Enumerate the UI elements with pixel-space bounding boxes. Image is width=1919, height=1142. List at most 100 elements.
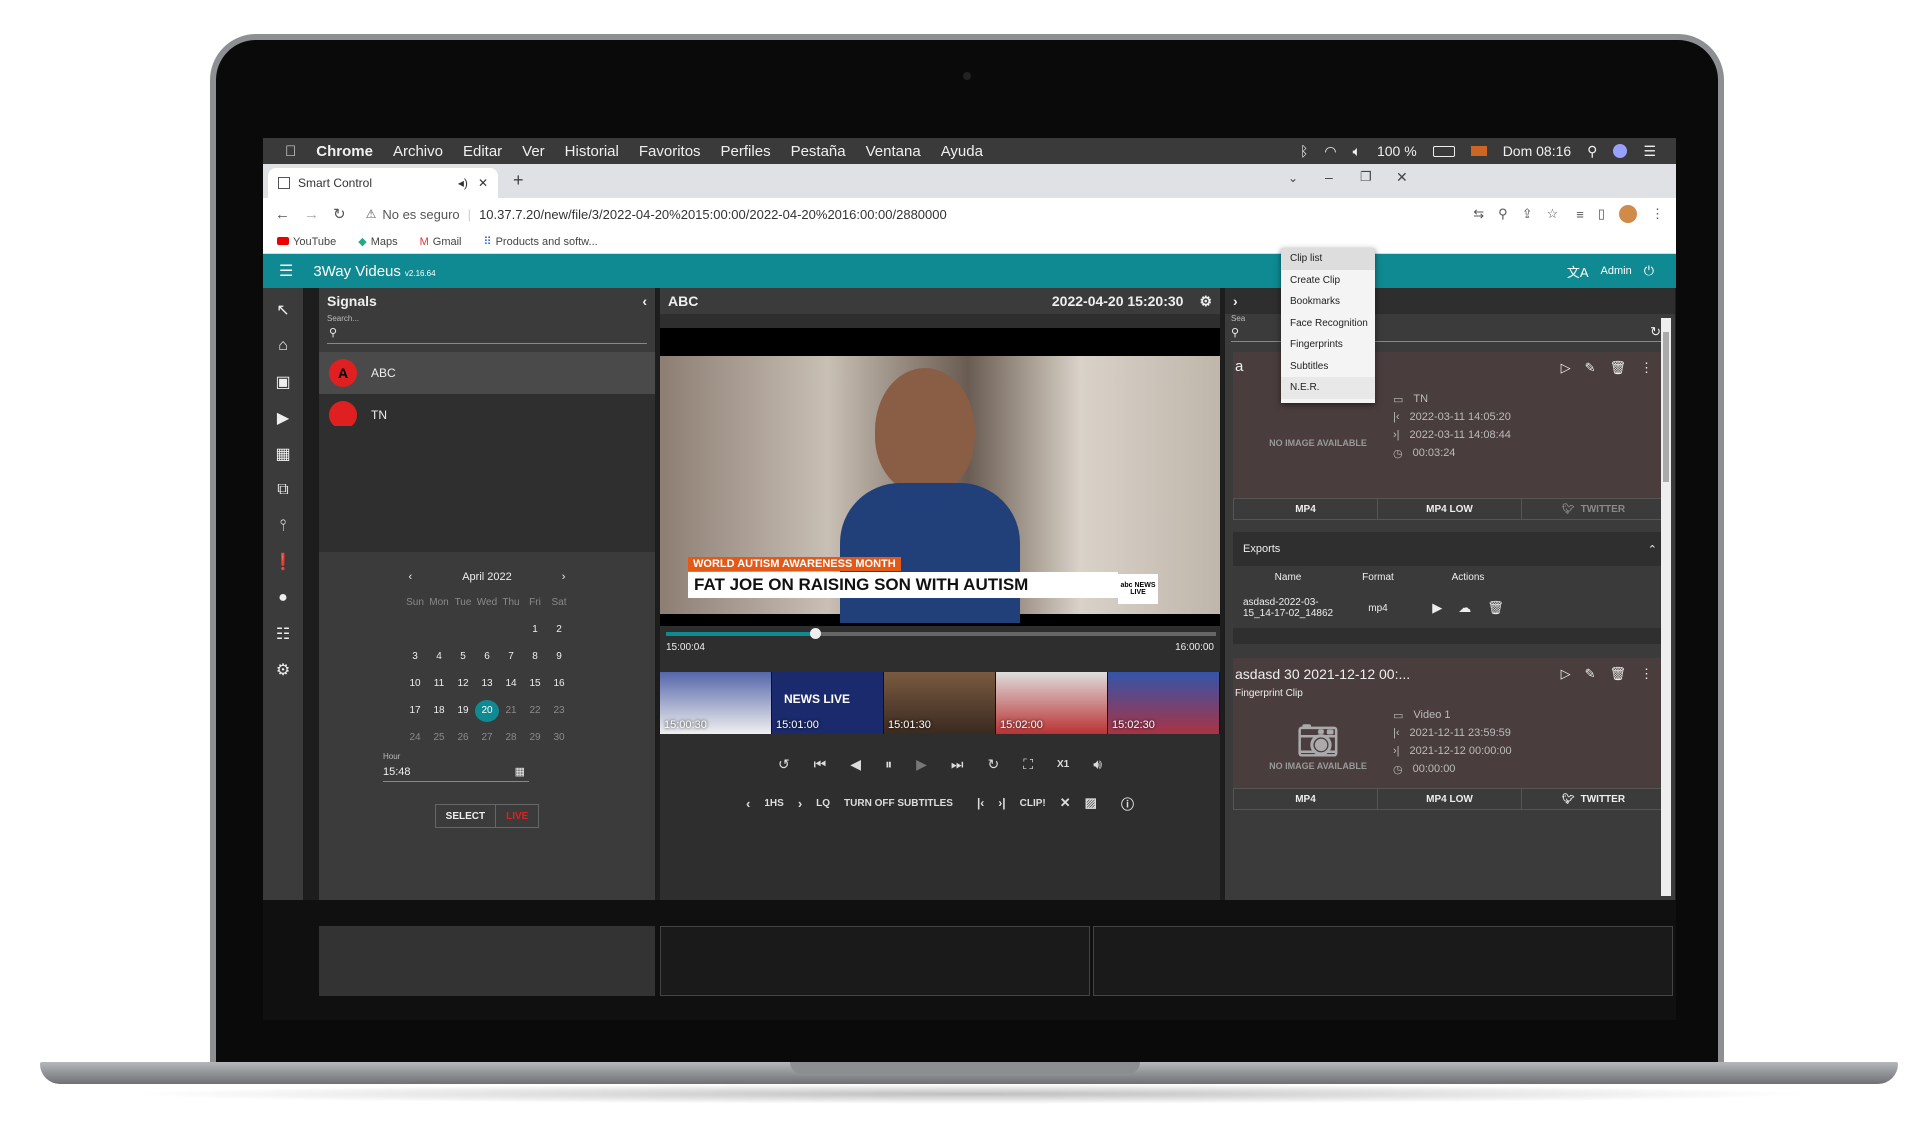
calendar-icon[interactable]: ▦ xyxy=(515,765,525,778)
mark-out-icon[interactable]: ›| xyxy=(998,796,1005,810)
clock[interactable]: Dom 08:16 xyxy=(1503,143,1571,159)
zoom-icon[interactable]: ⚲ xyxy=(1498,206,1508,222)
step-prev-icon[interactable]: ‹ xyxy=(746,796,750,811)
collapse-signals-icon[interactable]: ‹ xyxy=(642,293,647,309)
select-button[interactable]: SELECT xyxy=(434,804,497,828)
menu-ayuda[interactable]: Ayuda xyxy=(941,143,983,160)
step-next-icon[interactable]: › xyxy=(798,796,802,811)
forward-icon[interactable]: ↻ xyxy=(987,756,999,773)
menu-editar[interactable]: Editar xyxy=(463,143,502,160)
calendar-day[interactable]: 26 xyxy=(451,727,475,749)
calendar-day[interactable]: 21 xyxy=(499,700,523,722)
format-twitter[interactable]: 🐦︎ TWITTER xyxy=(1522,789,1666,809)
help-icon[interactable]: ⓘ xyxy=(1121,794,1134,813)
wifi-icon[interactable]: ◠ xyxy=(1324,143,1336,160)
browser-tab[interactable]: Smart Control ◂) ✕ xyxy=(268,168,498,198)
menu-ver[interactable]: Ver xyxy=(522,143,545,160)
calendar-day[interactable]: 29 xyxy=(523,727,547,749)
media-icon[interactable]: ≡ xyxy=(1576,207,1584,222)
flag-icon[interactable] xyxy=(1470,146,1487,156)
clip-more-icon[interactable]: ⋮ xyxy=(1640,360,1653,376)
logout-icon[interactable]: ⏻ xyxy=(1644,263,1654,279)
thumbnail[interactable]: 15:02:30 xyxy=(1108,672,1220,734)
menu-item-subtitles[interactable]: Subtitles xyxy=(1281,356,1375,378)
clip-more-icon[interactable]: ⋮ xyxy=(1640,666,1653,682)
bookmark-youtube[interactable]: YouTube xyxy=(277,236,336,248)
menu-pestana[interactable]: Pestaña xyxy=(791,143,846,160)
snapshot-icon[interactable]: ▨ xyxy=(1085,795,1097,811)
exports-header[interactable]: Exports ⌃ xyxy=(1233,532,1667,566)
restore-icon[interactable]: ❐ xyxy=(1360,169,1372,185)
step-back-icon[interactable]: ◀ xyxy=(850,756,861,773)
calendar-day[interactable]: 12 xyxy=(451,673,475,695)
calendar-day[interactable]: 18 xyxy=(427,700,451,722)
share-icon[interactable]: ⇪ xyxy=(1522,206,1533,222)
calendar-day[interactable]: 20 xyxy=(475,700,499,722)
close-window-icon[interactable]: ✕ xyxy=(1396,169,1408,186)
timeline-track[interactable] xyxy=(666,628,1216,639)
nav-film-icon[interactable]: ▦ xyxy=(263,436,303,472)
menu-item-clip-list[interactable]: Clip list xyxy=(1281,248,1375,270)
play-clip-icon[interactable]: ▷ xyxy=(1561,666,1571,682)
calendar-day[interactable]: 28 xyxy=(499,727,523,749)
hamburger-menu-icon[interactable]: ☰ xyxy=(279,261,293,281)
language-icon[interactable]: 文A xyxy=(1567,262,1589,281)
step-size-button[interactable]: 1HS xyxy=(764,798,783,809)
thumbnail[interactable]: NEWS LIVE 15:01:00 xyxy=(772,672,884,734)
bookmark-maps[interactable]: ◆ Maps xyxy=(358,235,397,248)
thumbnail[interactable]: 15:00:30 xyxy=(660,672,772,734)
url-field[interactable]: 10.37.7.20/new/file/3/2022-04-20%2015:00… xyxy=(479,207,947,222)
menu-historial[interactable]: Historial xyxy=(565,143,619,160)
calendar-day[interactable]: 5 xyxy=(451,646,475,668)
fullscreen-icon[interactable]: ⛶ xyxy=(1023,756,1033,773)
nav-settings-icon[interactable]: ⚙ xyxy=(263,652,303,688)
menu-item-create-clip[interactable]: Create Clip xyxy=(1281,270,1375,292)
bookmark-products[interactable]: ⠿ Products and softw... xyxy=(484,235,598,248)
security-label[interactable]: No es seguro xyxy=(382,207,459,222)
signals-search[interactable]: Search... ⚲ xyxy=(327,314,647,344)
download-export-icon[interactable]: ☁ xyxy=(1458,600,1471,616)
calendar-day[interactable]: 3 xyxy=(403,646,427,668)
menu-perfiles[interactable]: Perfiles xyxy=(721,143,771,160)
menu-archivo[interactable]: Archivo xyxy=(393,143,443,160)
nav-antenna-icon[interactable]: ⫯ xyxy=(263,508,303,544)
calendar-day[interactable]: 10 xyxy=(403,673,427,695)
format-mp4-low[interactable]: MP4 LOW xyxy=(1378,789,1522,809)
edit-clip-icon[interactable]: ✎ xyxy=(1585,666,1596,682)
tab-search-icon[interactable]: ⌄ xyxy=(1288,171,1298,185)
bookmark-gmail[interactable]: M Gmail xyxy=(420,236,462,248)
calendar-day[interactable]: 16 xyxy=(547,673,571,695)
new-tab-icon[interactable]: + xyxy=(513,170,524,191)
nav-pointer-icon[interactable]: ↖ xyxy=(263,292,303,328)
live-button[interactable]: LIVE xyxy=(496,804,540,828)
prev-frame-icon[interactable]: ⏮ xyxy=(814,756,827,773)
format-mp4[interactable]: MP4 xyxy=(1234,499,1378,519)
hour-field[interactable]: Hour 15:48 ▦ xyxy=(383,752,529,782)
menu-app-name[interactable]: Chrome xyxy=(316,143,373,160)
nav-sliders-icon[interactable]: ☷ xyxy=(263,616,303,652)
calendar-day[interactable]: 19 xyxy=(451,700,475,722)
edit-clip-icon[interactable]: ✎ xyxy=(1585,360,1596,376)
format-twitter[interactable]: 🐦︎ TWITTER xyxy=(1522,499,1666,519)
volume-icon[interactable]: 🔈︎ xyxy=(1353,143,1361,160)
tab-close-icon[interactable]: ✕ xyxy=(478,176,488,190)
nav-gallery-icon[interactable]: ⧉ xyxy=(263,472,303,508)
calendar-day[interactable]: 8 xyxy=(523,646,547,668)
speed-button[interactable]: X1 xyxy=(1057,759,1069,770)
format-mp4[interactable]: MP4 xyxy=(1234,789,1378,809)
subtitles-button[interactable]: TURN OFF SUBTITLES xyxy=(844,798,953,809)
menu-item-ner[interactable]: N.E.R. xyxy=(1281,377,1375,399)
next-frame-icon[interactable]: ⏭ xyxy=(951,756,964,773)
nav-record-icon[interactable]: ● xyxy=(263,580,303,616)
forward-icon[interactable]: → xyxy=(304,206,319,223)
mark-in-icon[interactable]: |‹ xyxy=(977,796,984,810)
tab-mute-icon[interactable]: ◂) xyxy=(458,176,468,190)
menu-ventana[interactable]: Ventana xyxy=(866,143,921,160)
step-forward-icon[interactable]: ▶ xyxy=(916,756,927,773)
timeline[interactable]: 15:00:04 16:00:00 xyxy=(660,626,1220,670)
collapse-exports-icon[interactable]: ⌃ xyxy=(1648,543,1657,556)
calendar-day[interactable]: 23 xyxy=(547,700,571,722)
prev-month-icon[interactable]: ‹ xyxy=(409,571,413,583)
thumbnail[interactable]: 15:01:30 xyxy=(884,672,996,734)
user-switch-icon[interactable] xyxy=(1613,144,1628,158)
